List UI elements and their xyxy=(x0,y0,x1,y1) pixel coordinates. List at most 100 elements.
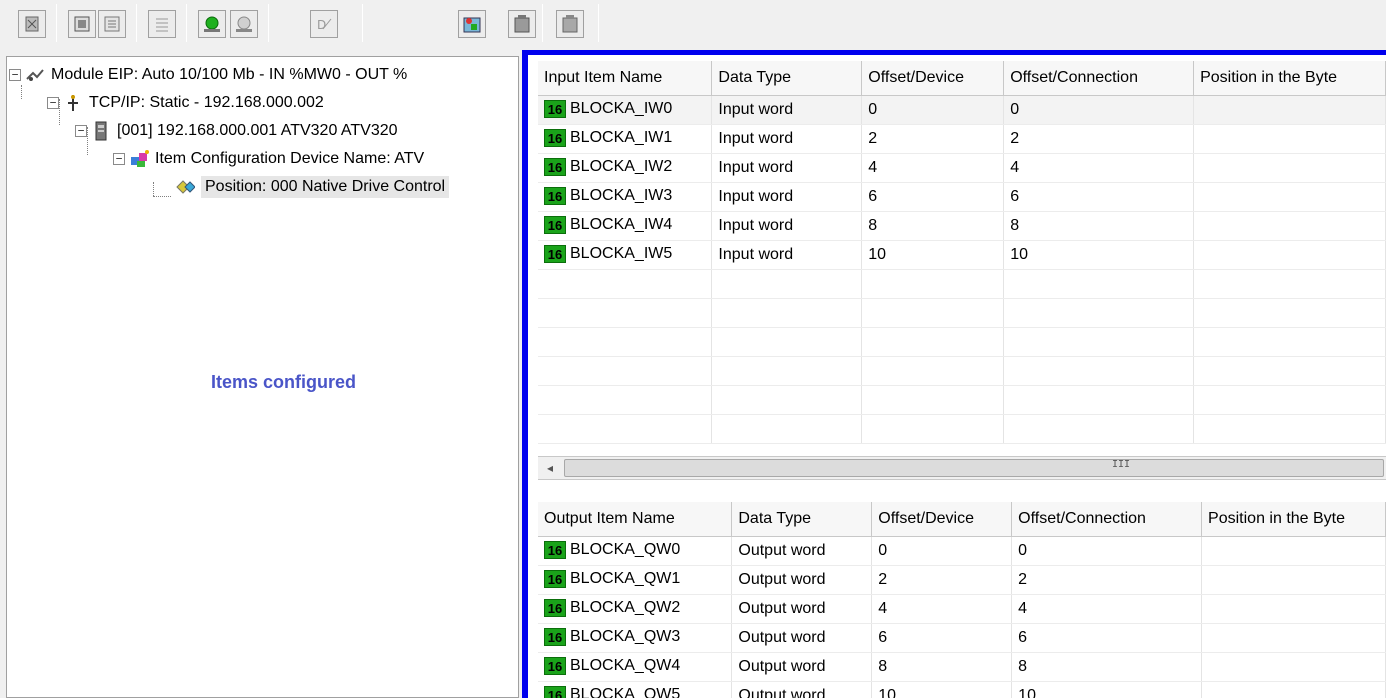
column-header-position-in-byte[interactable]: Position in the Byte xyxy=(1201,502,1386,537)
column-header-data-type[interactable]: Data Type xyxy=(711,61,863,96)
scrollbar-thumb[interactable] xyxy=(564,459,1384,477)
delete-button[interactable] xyxy=(18,10,46,38)
collapse-toggle[interactable]: − xyxy=(9,69,21,81)
table-row[interactable]: 16 BLOCKA_IW3 Input word 6 6 xyxy=(538,182,1386,212)
data-type-cell[interactable]: Output word xyxy=(731,594,873,624)
offset-device-cell[interactable]: 6 xyxy=(871,623,1013,653)
table-row-empty[interactable] xyxy=(538,385,1386,415)
position-in-byte-cell[interactable] xyxy=(1193,182,1386,212)
item-name-cell[interactable]: 16 BLOCKA_QW0 xyxy=(538,536,733,566)
item-name-cell[interactable]: 16 BLOCKA_QW3 xyxy=(538,623,733,653)
tree-node-item-configuration[interactable]: − Item Configuration Device Name: ATV xyxy=(113,145,424,173)
position-in-byte-cell[interactable] xyxy=(1201,565,1386,595)
data-type-cell[interactable]: Output word xyxy=(731,623,873,653)
offset-connection-cell[interactable]: 0 xyxy=(1003,95,1195,125)
item-name-cell[interactable]: 16 BLOCKA_IW3 xyxy=(538,182,713,212)
position-in-byte-cell[interactable] xyxy=(1193,211,1386,241)
column-header-offset-device[interactable]: Offset/Device xyxy=(871,502,1013,537)
edit-button[interactable] xyxy=(68,10,96,38)
item-name-cell[interactable]: 16 BLOCKA_QW5 xyxy=(538,681,733,698)
tree-node-position[interactable]: Position: 000 Native Drive Control xyxy=(175,173,450,201)
position-in-byte-cell[interactable] xyxy=(1201,652,1386,682)
collapse-toggle[interactable]: − xyxy=(75,125,87,137)
grid-splitter[interactable] xyxy=(538,480,1386,502)
table-row[interactable]: 16 BLOCKA_IW4 Input word 8 8 xyxy=(538,211,1386,241)
table-row[interactable]: 16 BLOCKA_QW5 Output word 10 10 xyxy=(538,681,1386,698)
table-row[interactable]: 16 BLOCKA_QW3 Output word 6 6 xyxy=(538,623,1386,653)
device-disabled-button[interactable] xyxy=(556,10,584,38)
data-type-cell[interactable]: Input word xyxy=(711,182,863,212)
table-row[interactable]: 16 BLOCKA_IW5 Input word 10 10 xyxy=(538,240,1386,270)
table-row[interactable]: 16 BLOCKA_IW1 Input word 2 2 xyxy=(538,124,1386,154)
offset-connection-cell[interactable]: 2 xyxy=(1011,565,1203,595)
table-row[interactable]: 16 BLOCKA_IW0 Input word 0 0 xyxy=(538,95,1386,125)
item-name-cell[interactable]: 16 BLOCKA_IW1 xyxy=(538,124,713,154)
table-row[interactable]: 16 BLOCKA_QW2 Output word 4 4 xyxy=(538,594,1386,624)
data-type-cell[interactable]: Input word xyxy=(711,211,863,241)
position-in-byte-cell[interactable] xyxy=(1201,681,1386,698)
position-in-byte-cell[interactable] xyxy=(1201,536,1386,566)
column-header-output-item-name[interactable]: Output Item Name xyxy=(538,502,733,537)
offset-connection-cell[interactable]: 4 xyxy=(1011,594,1203,624)
item-name-cell[interactable]: 16 BLOCKA_IW4 xyxy=(538,211,713,241)
add-device-button[interactable] xyxy=(458,10,486,38)
tree-node-tcpip[interactable]: − TCP/IP: Static - 192.168.000.002 xyxy=(47,89,324,117)
column-header-position-in-byte[interactable]: Position in the Byte xyxy=(1193,61,1386,96)
table-row[interactable]: 16 BLOCKA_QW0 Output word 0 0 xyxy=(538,536,1386,566)
data-type-cell[interactable]: Output word xyxy=(731,652,873,682)
offset-connection-cell[interactable]: 8 xyxy=(1011,652,1203,682)
table-row-empty[interactable] xyxy=(538,356,1386,386)
position-in-byte-cell[interactable] xyxy=(1201,594,1386,624)
collapse-toggle[interactable]: − xyxy=(47,97,59,109)
column-header-offset-device[interactable]: Offset/Device xyxy=(861,61,1005,96)
position-in-byte-cell[interactable] xyxy=(1193,153,1386,183)
properties-button[interactable] xyxy=(98,10,126,38)
table-row[interactable]: 16 BLOCKA_IW2 Input word 4 4 xyxy=(538,153,1386,183)
offset-device-cell[interactable]: 10 xyxy=(871,681,1013,698)
online-button[interactable] xyxy=(198,10,226,38)
offset-connection-cell[interactable]: 10 xyxy=(1003,240,1195,270)
column-header-data-type[interactable]: Data Type xyxy=(731,502,873,537)
offset-connection-cell[interactable]: 4 xyxy=(1003,153,1195,183)
offset-connection-cell[interactable]: 6 xyxy=(1011,623,1203,653)
item-name-cell[interactable]: 16 BLOCKA_IW0 xyxy=(538,95,713,125)
scroll-left-arrow[interactable]: ◂ xyxy=(538,457,562,479)
offset-device-cell[interactable]: 8 xyxy=(871,652,1013,682)
item-name-cell[interactable]: 16 BLOCKA_QW1 xyxy=(538,565,733,595)
position-in-byte-cell[interactable] xyxy=(1193,124,1386,154)
item-name-cell[interactable]: 16 BLOCKA_IW5 xyxy=(538,240,713,270)
position-in-byte-cell[interactable] xyxy=(1193,240,1386,270)
table-row-empty[interactable] xyxy=(538,298,1386,328)
offset-connection-cell[interactable]: 0 xyxy=(1011,536,1203,566)
offset-connection-cell[interactable]: 6 xyxy=(1003,182,1195,212)
collapse-toggle[interactable]: − xyxy=(113,153,125,165)
tree-node-module[interactable]: − Module EIP: Auto 10/100 Mb - IN %MW0 -… xyxy=(9,61,407,89)
offset-device-cell[interactable]: 0 xyxy=(871,536,1013,566)
offset-device-cell[interactable]: 6 xyxy=(861,182,1005,212)
table-row-empty[interactable] xyxy=(538,269,1386,299)
data-type-cell[interactable]: Output word xyxy=(731,536,873,566)
column-header-input-item-name[interactable]: Input Item Name xyxy=(538,61,713,96)
offset-device-cell[interactable]: 2 xyxy=(871,565,1013,595)
item-name-cell[interactable]: 16 BLOCKA_IW2 xyxy=(538,153,713,183)
offset-connection-cell[interactable]: 2 xyxy=(1003,124,1195,154)
offset-device-cell[interactable]: 4 xyxy=(861,153,1005,183)
item-name-cell[interactable]: 16 BLOCKA_QW4 xyxy=(538,652,733,682)
tree-node-device[interactable]: − [001] 192.168.000.001 ATV320 ATV320 xyxy=(75,117,398,145)
offline-button[interactable] xyxy=(230,10,258,38)
data-type-cell[interactable]: Input word xyxy=(711,240,863,270)
offset-device-cell[interactable]: 8 xyxy=(861,211,1005,241)
column-header-offset-connection[interactable]: Offset/Connection xyxy=(1003,61,1195,96)
horizontal-scrollbar[interactable]: ◂ III xyxy=(538,456,1386,480)
data-type-cell[interactable]: Output word xyxy=(731,565,873,595)
disable-button[interactable]: D xyxy=(310,10,338,38)
table-row-empty[interactable] xyxy=(538,327,1386,357)
table-row-empty[interactable] xyxy=(538,414,1386,444)
item-name-cell[interactable]: 16 BLOCKA_QW2 xyxy=(538,594,733,624)
data-type-cell[interactable]: Output word xyxy=(731,681,873,698)
offset-device-cell[interactable]: 10 xyxy=(861,240,1005,270)
table-row[interactable]: 16 BLOCKA_QW4 Output word 8 8 xyxy=(538,652,1386,682)
list-button[interactable] xyxy=(148,10,176,38)
data-type-cell[interactable]: Input word xyxy=(711,95,863,125)
offset-device-cell[interactable]: 4 xyxy=(871,594,1013,624)
